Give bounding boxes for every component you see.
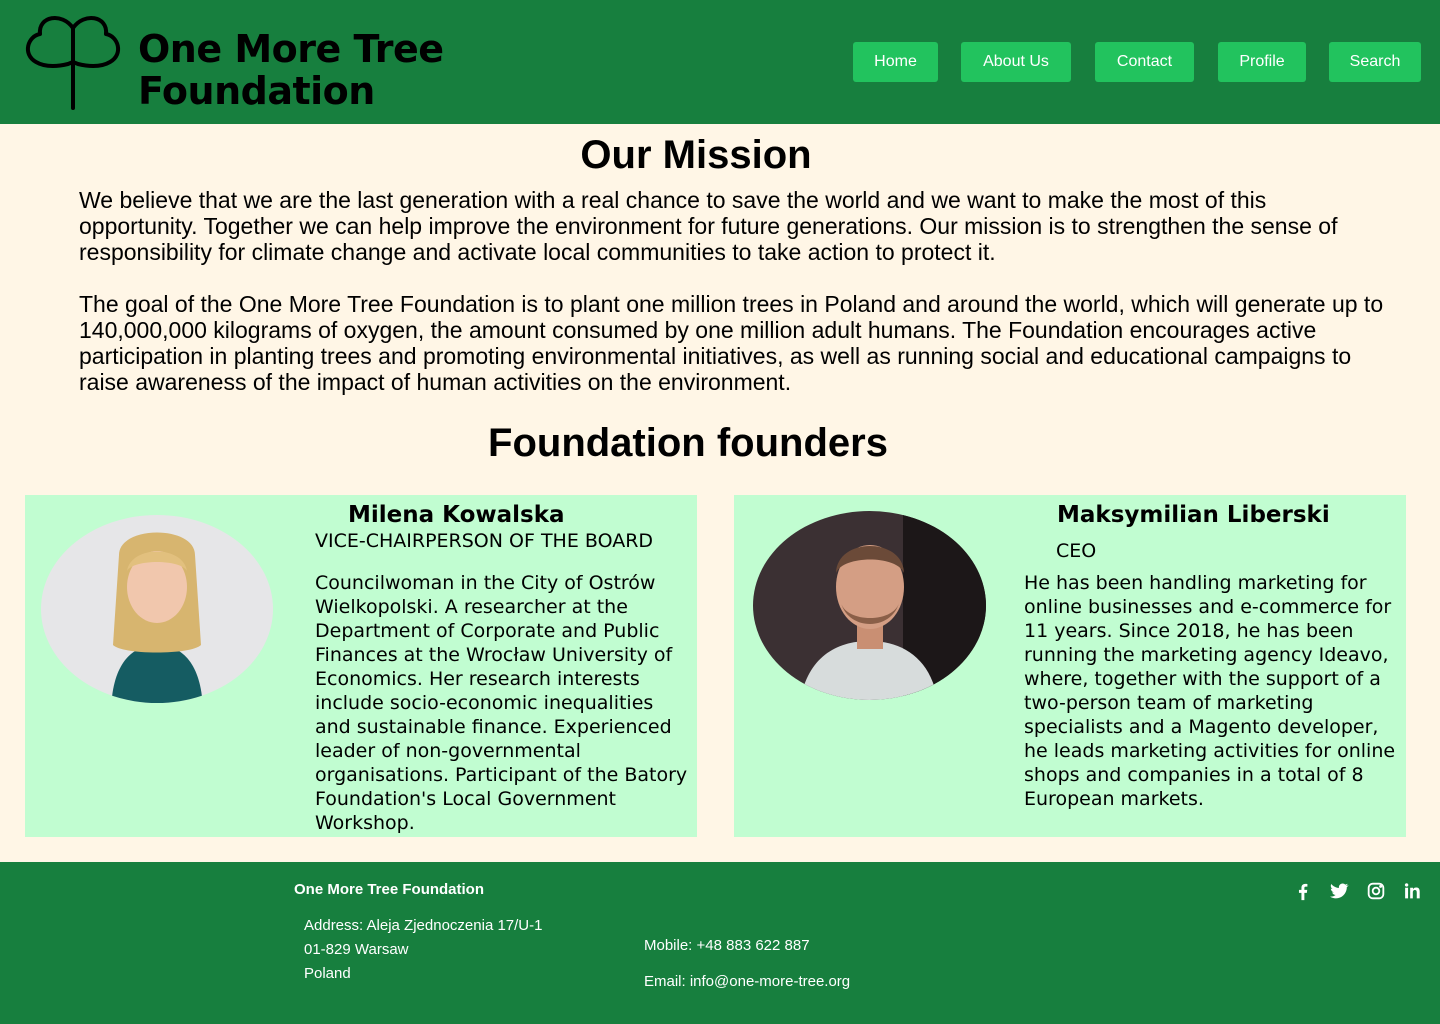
nav-search-button[interactable]: Search bbox=[1329, 42, 1421, 82]
founder-card: Maksymilian Liberski CEO He has been han… bbox=[734, 495, 1406, 837]
founder-role: CEO bbox=[1056, 540, 1097, 562]
footer-title: One More Tree Foundation bbox=[294, 881, 485, 898]
founder-bio: Councilwoman in the City of Ostrów Wielk… bbox=[315, 572, 688, 834]
nav-contact-button[interactable]: Contact bbox=[1095, 42, 1194, 82]
clover-tree-icon[interactable] bbox=[24, 14, 122, 110]
founder-name: Milena Kowalska bbox=[348, 502, 565, 528]
founder-photo bbox=[41, 515, 273, 703]
instagram-icon[interactable] bbox=[1365, 880, 1387, 902]
founder-name: Maksymilian Liberski bbox=[1057, 502, 1330, 528]
twitter-icon[interactable] bbox=[1328, 880, 1350, 902]
brand-logo-text[interactable]: One More Tree Foundation bbox=[138, 28, 444, 112]
mission-paragraph-2: The goal of the One More Tree Foundation… bbox=[79, 291, 1384, 395]
nav-home-button[interactable]: Home bbox=[853, 42, 938, 82]
founders-title: Foundation founders bbox=[488, 421, 888, 465]
founder-card: Milena Kowalska VICE-CHAIRPERSON OF THE … bbox=[25, 495, 697, 837]
footer-mobile: Mobile: +48 883 622 887 bbox=[644, 937, 810, 954]
nav-profile-button[interactable]: Profile bbox=[1218, 42, 1306, 82]
footer-address-line3: Poland bbox=[304, 965, 351, 982]
site-header: One More Tree Foundation Home About Us C… bbox=[0, 0, 1440, 124]
mission-title: Our Mission bbox=[580, 133, 812, 177]
founder-bio: He has been handling marketing for onlin… bbox=[1024, 572, 1396, 810]
linkedin-icon[interactable] bbox=[1401, 880, 1423, 902]
facebook-icon[interactable] bbox=[1292, 880, 1314, 902]
footer-address-line2: 01-829 Warsaw bbox=[304, 941, 409, 958]
brand-name-line2: Foundation bbox=[138, 69, 375, 113]
site-footer: One More Tree Foundation Address: Aleja … bbox=[0, 862, 1440, 1024]
brand-name-line1: One More Tree bbox=[138, 27, 444, 71]
founder-role: VICE-CHAIRPERSON OF THE BOARD bbox=[315, 530, 654, 552]
founder-photo bbox=[753, 511, 986, 700]
footer-email[interactable]: Email: info@one-more-tree.org bbox=[644, 972, 850, 992]
mission-paragraph-1: We believe that we are the last generati… bbox=[79, 187, 1338, 265]
nav-about-button[interactable]: About Us bbox=[961, 42, 1071, 82]
footer-address-line1: Address: Aleja Zjednoczenia 17/U-1 bbox=[304, 917, 543, 934]
